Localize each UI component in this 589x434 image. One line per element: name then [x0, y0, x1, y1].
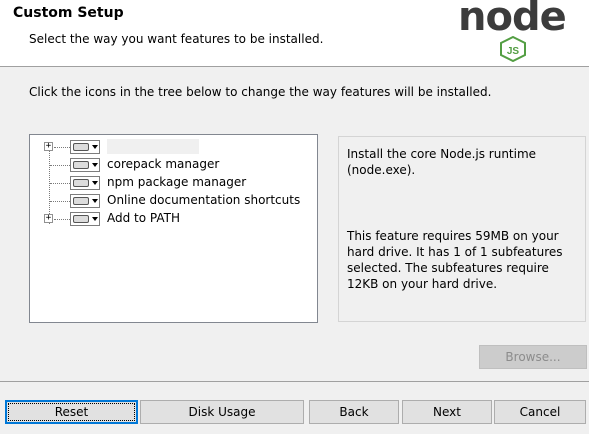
tree-item-npm[interactable]: npm package manager [30, 174, 315, 192]
tree-item-label[interactable]: npm package manager [107, 175, 246, 189]
logo-wordmark: node [458, 0, 567, 40]
tree-connector [50, 165, 70, 166]
tree-item-docs[interactable]: Online documentation shortcuts [30, 192, 315, 210]
hard-drive-icon [73, 215, 89, 223]
dropdown-arrow-icon [92, 217, 98, 221]
expand-icon[interactable]: + [44, 142, 53, 151]
page-title: Custom Setup [13, 5, 124, 21]
js-hexagon-icon: JS [500, 36, 526, 62]
nodejs-logo: node JS [458, 0, 568, 64]
dropdown-arrow-icon [92, 145, 98, 149]
tree-item-path[interactable]: + Add to PATH [30, 210, 315, 228]
install-state-dropdown[interactable] [70, 212, 100, 226]
disk-usage-button[interactable]: Disk Usage [140, 400, 304, 424]
cancel-button[interactable]: Cancel [494, 400, 586, 424]
tree-item-label[interactable] [107, 139, 199, 154]
tree-connector [50, 183, 70, 184]
hard-drive-icon [73, 143, 89, 151]
feature-size-info: This feature requires 59MB on your hard … [347, 229, 563, 291]
browse-button[interactable]: Browse... [479, 345, 587, 369]
tree-connector [54, 219, 70, 220]
logo-badge-text: JS [507, 46, 520, 57]
hard-drive-icon [73, 161, 89, 169]
feature-tree[interactable]: + corepack manager npm package manager O… [29, 134, 318, 323]
tree-item-corepack[interactable]: corepack manager [30, 156, 315, 174]
reset-button[interactable]: Reset [5, 400, 138, 424]
header-banner: Custom Setup Select the way you want fea… [0, 0, 589, 67]
next-button[interactable]: Next [402, 400, 492, 424]
feature-description-panel: Install the core Node.js runtime (node.e… [338, 136, 586, 322]
instructions-text: Click the icons in the tree below to cha… [29, 85, 492, 99]
page-subtitle: Select the way you want features to be i… [29, 32, 324, 46]
dropdown-arrow-icon [92, 181, 98, 185]
back-button[interactable]: Back [309, 400, 399, 424]
expand-icon[interactable]: + [44, 214, 53, 223]
tree-item-label[interactable]: Online documentation shortcuts [107, 193, 300, 207]
tree-connector [54, 147, 70, 148]
feature-description: Install the core Node.js runtime (node.e… [347, 147, 537, 177]
install-state-dropdown[interactable] [70, 140, 100, 154]
tree-connector [50, 201, 70, 202]
hard-drive-icon [73, 197, 89, 205]
tree-item-root[interactable]: + [30, 138, 315, 156]
dropdown-arrow-icon [92, 163, 98, 167]
tree-item-label[interactable]: corepack manager [107, 157, 219, 171]
divider [0, 381, 589, 382]
tree-item-label[interactable]: Add to PATH [107, 211, 180, 225]
install-state-dropdown[interactable] [70, 158, 100, 172]
install-state-dropdown[interactable] [70, 176, 100, 190]
install-state-dropdown[interactable] [70, 194, 100, 208]
dropdown-arrow-icon [92, 199, 98, 203]
hard-drive-icon [73, 179, 89, 187]
